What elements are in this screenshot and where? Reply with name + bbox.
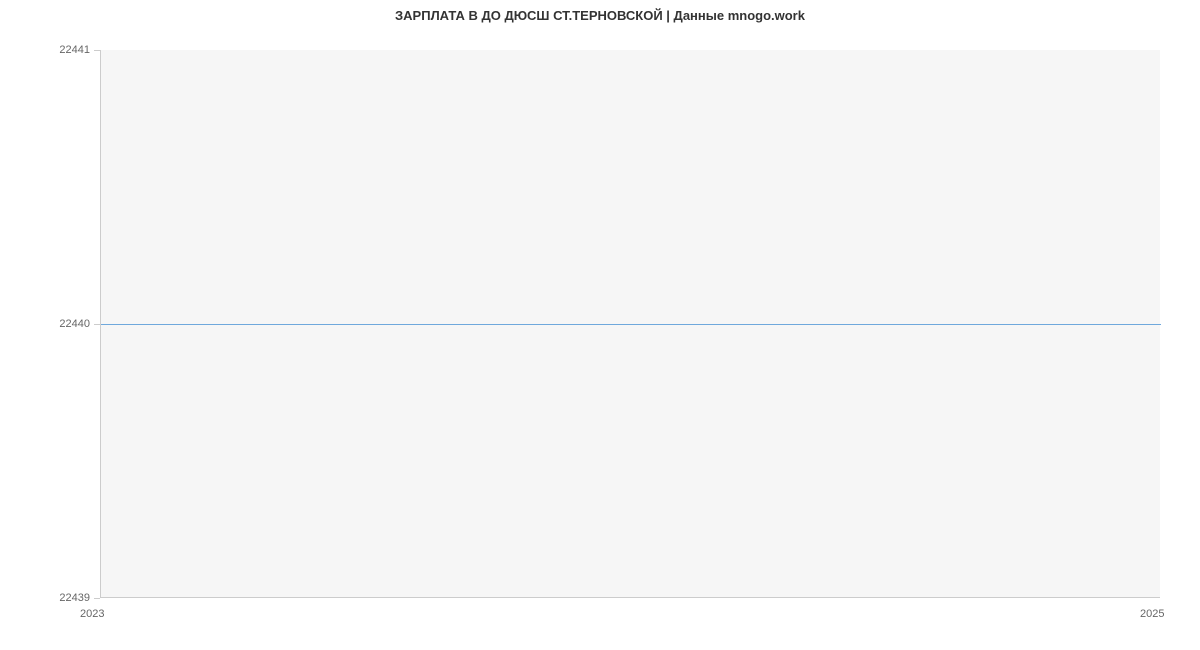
y-tick (94, 598, 100, 599)
y-tick-label: 22440 (50, 318, 90, 330)
x-tick-label: 2025 (1140, 608, 1164, 620)
x-tick-label: 2023 (80, 608, 104, 620)
y-tick (94, 324, 100, 325)
y-tick-label: 22439 (50, 592, 90, 604)
y-tick (94, 50, 100, 51)
data-series-line (101, 324, 1161, 325)
y-tick-label: 22441 (50, 44, 90, 56)
chart-title: ЗАРПЛАТА В ДО ДЮСШ СТ.ТЕРНОВСКОЙ | Данны… (0, 8, 1200, 23)
plot-area (100, 50, 1160, 598)
